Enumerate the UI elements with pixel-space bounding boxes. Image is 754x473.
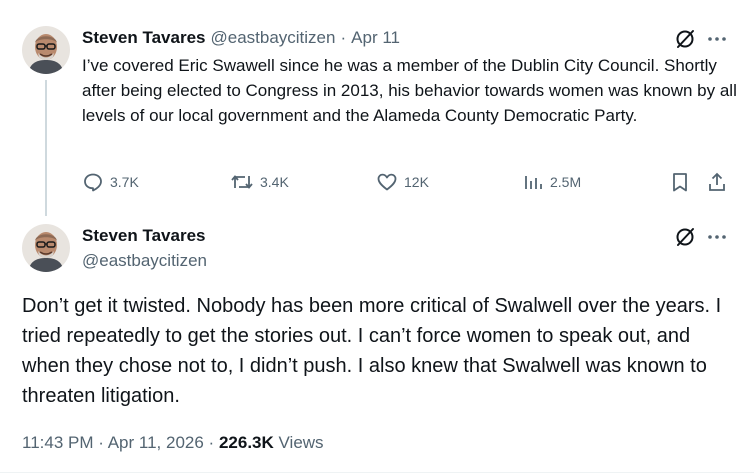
share-icon[interactable]	[706, 171, 728, 193]
thread-line	[45, 80, 47, 216]
more-icon[interactable]	[706, 30, 728, 48]
bookmark-icon[interactable]	[669, 171, 691, 193]
avatar[interactable]	[22, 26, 70, 74]
tweet-text: Don’t get it twisted. Nobody has been mo…	[22, 295, 722, 407]
more-icon[interactable]	[706, 228, 728, 246]
avatar[interactable]	[22, 224, 70, 272]
repost-button[interactable]: 3.4K	[230, 171, 289, 193]
like-count: 12K	[404, 174, 429, 190]
grok-icon[interactable]	[674, 28, 696, 50]
tweet-meta: 11:43 PM · Apr 11, 2026 · 226.3K Views	[22, 433, 324, 453]
display-name[interactable]: Steven Tavares	[82, 226, 205, 246]
separator-dot: ·	[208, 433, 215, 452]
separator-dot: ·	[340, 28, 347, 47]
views-button[interactable]: 2.5M	[522, 171, 581, 193]
tweet-time[interactable]: 11:43 PM	[22, 433, 94, 452]
reply-icon	[82, 171, 104, 193]
grok-icon[interactable]	[674, 226, 696, 248]
like-icon	[376, 171, 398, 193]
display-name[interactable]: Steven Tavares	[82, 28, 205, 48]
view-count: 226.3K	[218, 433, 274, 452]
separator-dot: ·	[98, 433, 104, 452]
user-handle[interactable]: @eastbaycitizen	[82, 251, 207, 271]
views-count: 2.5M	[550, 174, 582, 190]
tweet-date[interactable]: Apr 11	[351, 28, 400, 48]
tweet-text: I’ve covered Eric Swawell since he was a…	[82, 56, 737, 125]
views-icon	[522, 171, 544, 193]
repost-icon	[230, 171, 254, 193]
views-label: Views	[278, 433, 324, 452]
user-handle[interactable]: @eastbaycitizen	[210, 28, 335, 48]
repost-count: 3.4K	[260, 174, 289, 190]
tweet-date[interactable]: Apr 11, 2026	[108, 433, 204, 452]
reply-button[interactable]: 3.7K	[82, 171, 139, 193]
reply-count: 3.7K	[110, 174, 139, 190]
like-button[interactable]: 12K	[376, 171, 429, 193]
